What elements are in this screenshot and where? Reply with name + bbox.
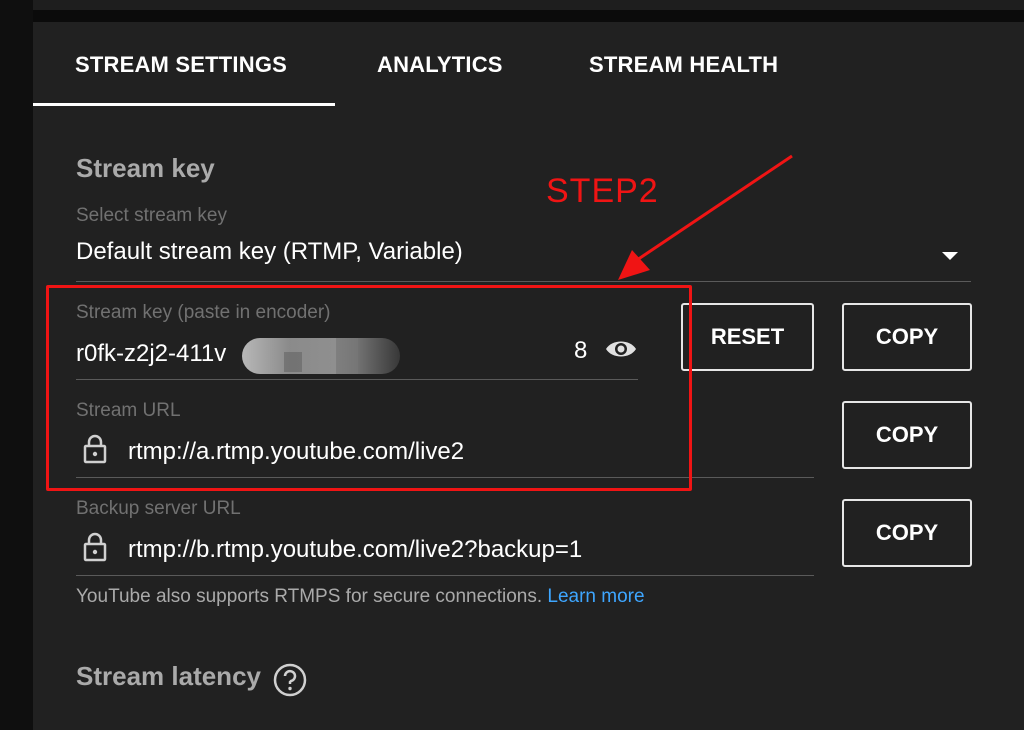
tab-stream-settings[interactable]: STREAM SETTINGS	[75, 52, 287, 78]
question-circle-icon[interactable]	[272, 662, 308, 698]
select-stream-key-label: Select stream key	[76, 205, 227, 226]
annotation-arrow	[618, 154, 793, 280]
stream-key-heading: Stream key	[76, 153, 215, 183]
reset-button[interactable]: RESET	[681, 303, 814, 371]
stream-latency-heading: Stream latency	[76, 661, 261, 691]
caret-down-icon[interactable]	[940, 250, 960, 262]
annotation-box	[46, 285, 692, 491]
rtmps-helper-text: YouTube also supports RTMPS for secure c…	[76, 586, 645, 608]
helper-text: YouTube also supports RTMPS for secure c…	[76, 586, 543, 607]
top-divider	[33, 10, 1024, 22]
backup-url-label: Backup server URL	[76, 498, 241, 519]
learn-more-link[interactable]: Learn more	[547, 586, 644, 607]
backup-url-field[interactable]: rtmp://b.rtmp.youtube.com/live2?backup=1	[128, 536, 582, 564]
lock-icon	[83, 532, 107, 562]
select-underline	[76, 281, 971, 282]
tab-analytics[interactable]: ANALYTICS	[377, 52, 503, 78]
tab-stream-health[interactable]: STREAM HEALTH	[589, 52, 778, 78]
active-tab-indicator	[33, 103, 335, 106]
copy-backup-url-button[interactable]: COPY	[842, 499, 972, 567]
copy-stream-key-button[interactable]: COPY	[842, 303, 972, 371]
copy-stream-url-button[interactable]: COPY	[842, 401, 972, 469]
tab-bar: STREAM SETTINGS ANALYTICS STREAM HEALTH	[33, 22, 1024, 108]
backup-url-underline	[76, 575, 814, 576]
stream-key-select-value[interactable]: Default stream key (RTMP, Variable)	[76, 238, 463, 266]
top-bar	[33, 0, 1024, 10]
